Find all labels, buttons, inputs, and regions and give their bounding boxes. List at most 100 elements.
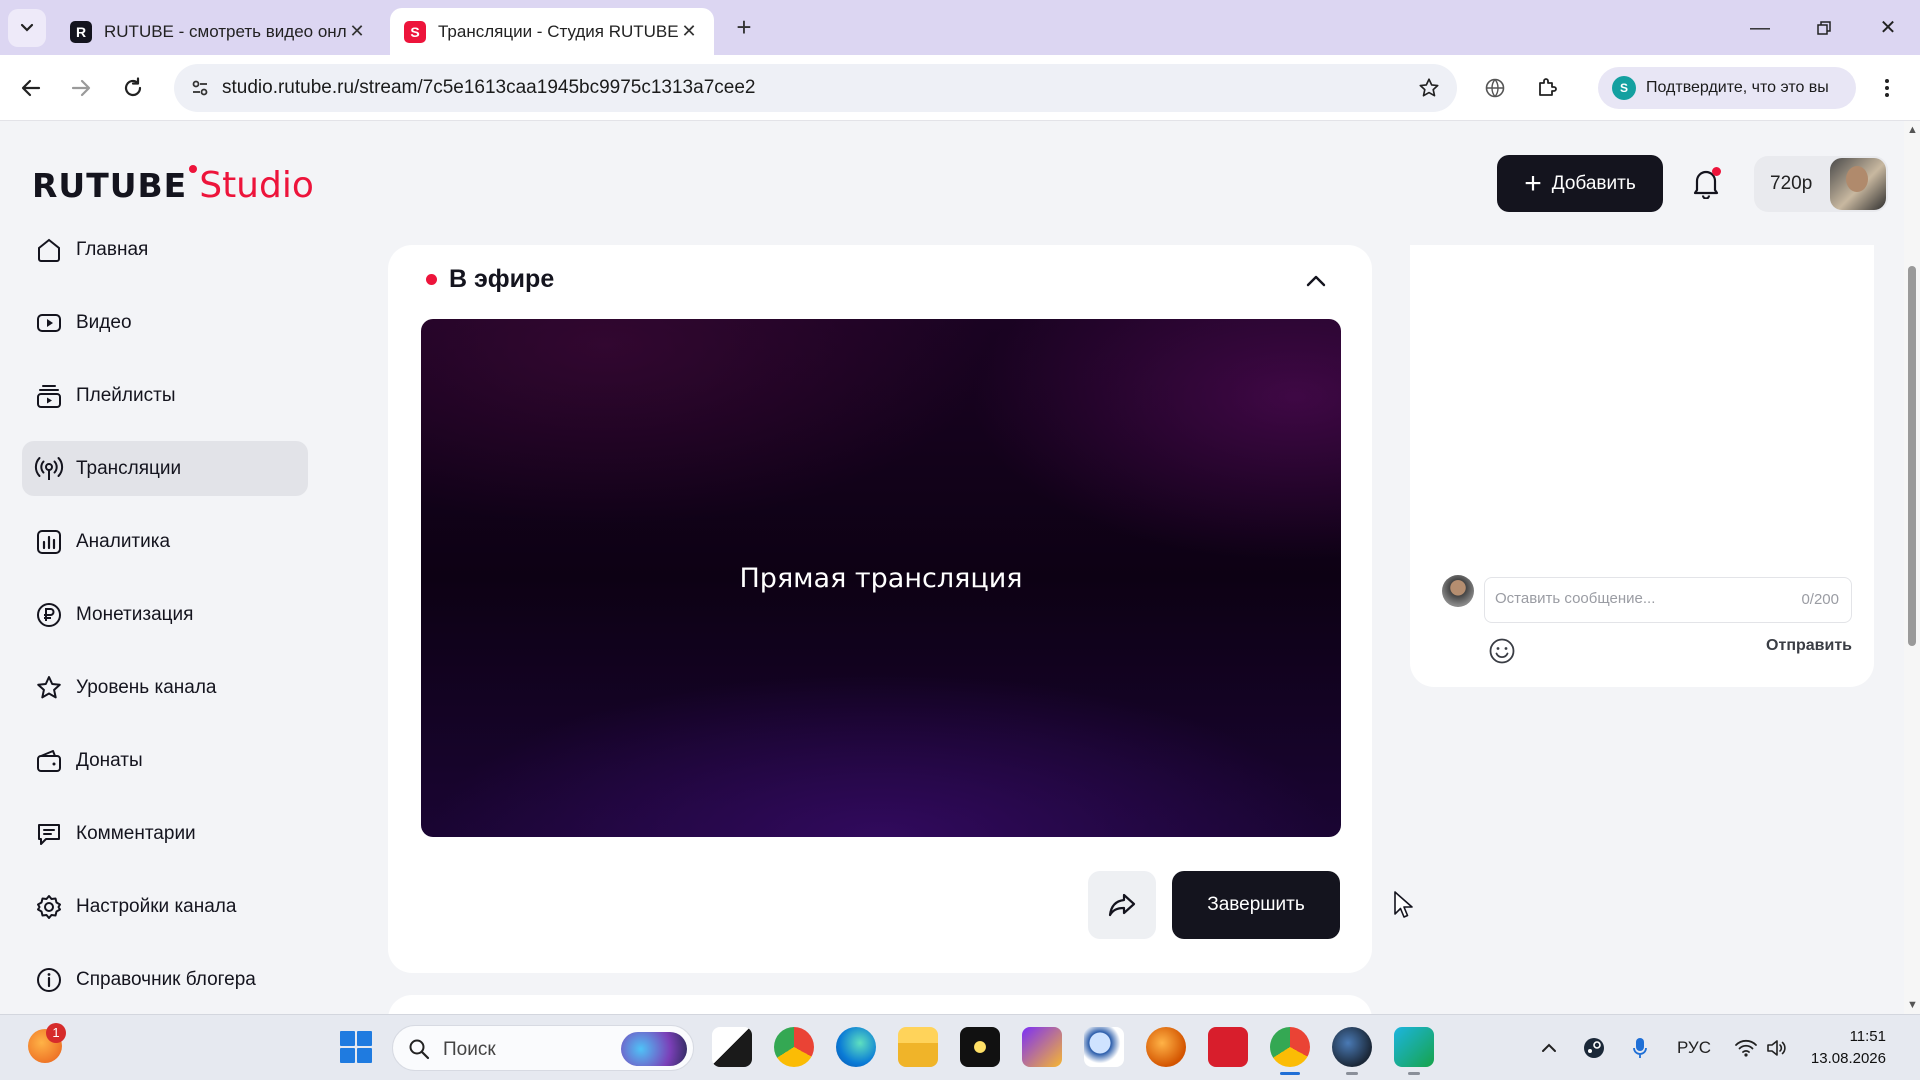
media-app-icon[interactable] — [1146, 1027, 1186, 1067]
chevron-down-icon — [20, 23, 34, 32]
playlists-icon — [34, 381, 64, 411]
studio-app: RUTUBE Studio + Добавить 720p Главная Ви… — [0, 121, 1904, 1014]
extensions-icon[interactable] — [1530, 71, 1564, 105]
sidebar-item-broadcasts[interactable]: Трансляции — [22, 441, 308, 496]
sidebar-item-comments[interactable]: Комментарии — [22, 806, 308, 861]
browser-tab[interactable]: R RUTUBE - смотреть видео онлайн ✕ — [56, 8, 382, 55]
notifications-button[interactable] — [1686, 163, 1726, 203]
magnifier-app-icon[interactable] — [1084, 1027, 1124, 1067]
sidebar-item-monetization[interactable]: Монетизация — [22, 587, 308, 642]
start-button[interactable] — [340, 1031, 372, 1063]
sidebar-item-video[interactable]: Видео — [22, 295, 308, 350]
close-tab-icon[interactable]: ✕ — [346, 21, 368, 42]
star-icon — [34, 673, 64, 703]
quality-label: 720p — [1770, 173, 1813, 194]
windows-taskbar: 1 Поиск РУС 11:51 13.08.2026 — [0, 1014, 1920, 1080]
scroll-up-arrow-icon[interactable]: ▲ — [1907, 125, 1918, 136]
sidebar-item-label: Справочник блогера — [76, 968, 256, 990]
edge-icon[interactable] — [836, 1027, 876, 1067]
verify-identity-button[interactable]: S Подтвердите, что это вы — [1598, 67, 1856, 109]
home-icon — [34, 235, 64, 265]
user-menu[interactable]: 720p — [1754, 156, 1888, 212]
stream-preview-player[interactable]: Прямая трансляция — [421, 319, 1341, 837]
minimize-button[interactable]: — — [1740, 10, 1780, 46]
pdf-reader-icon[interactable] — [1208, 1027, 1248, 1067]
sidebar-item-label: Монетизация — [76, 603, 194, 625]
arrow-right-icon — [71, 79, 91, 97]
logo-dot — [189, 165, 198, 173]
page-scrollbar[interactable]: ▲ ▼ — [1904, 121, 1920, 1014]
scroll-down-arrow-icon[interactable]: ▼ — [1907, 1000, 1918, 1011]
sidebar-item-label: Донаты — [76, 749, 143, 771]
bf-app-icon[interactable] — [1394, 1027, 1434, 1075]
microphone-icon[interactable] — [1626, 1035, 1654, 1061]
clock-time: 11:51 — [1849, 1028, 1886, 1045]
show-hidden-icons-icon[interactable] — [1538, 1035, 1560, 1061]
send-message-button[interactable]: Отправить — [1766, 637, 1852, 655]
forward-button[interactable] — [62, 69, 100, 107]
live-stream-card: В эфире Прямая трансляция Завершить — [388, 245, 1372, 973]
sidebar-item-blogger-guide[interactable]: Справочник блогера — [22, 952, 308, 1007]
file-explorer-icon[interactable] — [898, 1027, 938, 1067]
scrollbar-thumb[interactable] — [1908, 266, 1916, 646]
reload-button[interactable] — [114, 69, 152, 107]
language-indicator[interactable]: РУС — [1672, 1035, 1716, 1061]
taskbar-search[interactable]: Поиск — [392, 1025, 694, 1071]
live-status-label: В эфире — [449, 265, 555, 293]
site-settings-icon[interactable] — [186, 74, 214, 102]
collapse-button[interactable] — [1300, 265, 1332, 297]
reload-icon — [124, 77, 142, 97]
sidebar-nav: Главная Видео Плейлисты Трансляции Анали… — [22, 222, 308, 1014]
sidebar-item-channel-level[interactable]: Уровень канала — [22, 660, 308, 715]
sidebar-item-analytics[interactable]: Аналитика — [22, 514, 308, 569]
wifi-icon[interactable] — [1732, 1035, 1760, 1061]
browser-toolbar: studio.rutube.ru/stream/7c5e1613caa1945b… — [0, 55, 1920, 121]
wallet-icon — [34, 746, 64, 776]
share-button[interactable] — [1088, 871, 1156, 939]
bookmark-star-icon[interactable] — [1415, 74, 1443, 102]
browser-menu-icon[interactable] — [1870, 71, 1904, 105]
emoji-button[interactable] — [1486, 635, 1518, 667]
chat-message-field[interactable]: 0/200 — [1484, 577, 1852, 623]
burst-app-icon[interactable] — [960, 1027, 1000, 1067]
rutube-studio-logo[interactable]: RUTUBE Studio — [32, 165, 314, 206]
steam-tray-icon[interactable] — [1580, 1035, 1608, 1061]
sidebar-item-playlists[interactable]: Плейлисты — [22, 368, 308, 423]
analytics-icon — [34, 527, 64, 557]
notification-count-badge: 1 — [46, 1023, 66, 1043]
arrow-left-icon — [21, 79, 41, 97]
share-arrow-icon — [1108, 893, 1136, 917]
restore-icon — [1817, 21, 1831, 35]
chrome-icon[interactable] — [774, 1027, 814, 1067]
address-bar[interactable]: studio.rutube.ru/stream/7c5e1613caa1945b… — [174, 64, 1457, 112]
system-clock[interactable]: 11:51 13.08.2026 — [1786, 1026, 1886, 1070]
live-status-header: В эфире — [426, 265, 554, 294]
translate-icon[interactable] — [1478, 71, 1512, 105]
sidebar-item-donations[interactable]: Донаты — [22, 733, 308, 788]
task-view-icon[interactable] — [712, 1027, 752, 1067]
rutube-r-icon: R — [70, 20, 92, 43]
next-section-card — [388, 995, 1372, 1014]
browser-tab-active[interactable]: S Трансляции - Студия RUTUBE ✕ — [390, 8, 714, 55]
close-window-button[interactable]: ✕ — [1868, 10, 1908, 46]
steam-icon[interactable] — [1332, 1027, 1372, 1075]
notification-dot — [1712, 167, 1721, 176]
add-button[interactable]: + Добавить — [1497, 155, 1663, 212]
close-tab-icon[interactable]: ✕ — [678, 21, 700, 42]
info-icon — [34, 965, 64, 995]
sidebar-item-channel-settings[interactable]: Настройки канала — [22, 879, 308, 934]
url-text: studio.rutube.ru/stream/7c5e1613caa1945b… — [222, 77, 756, 98]
chat-message-input[interactable] — [1495, 590, 1785, 607]
back-button[interactable] — [12, 69, 50, 107]
tab-list-button[interactable] — [8, 9, 46, 47]
video-icon — [34, 308, 64, 338]
sidebar-item-label: Плейлисты — [76, 384, 176, 406]
finish-stream-button[interactable]: Завершить — [1172, 871, 1340, 939]
sidebar-item-home[interactable]: Главная — [22, 222, 308, 277]
mouse-cursor-icon — [1394, 891, 1413, 918]
chrome-active-icon[interactable] — [1270, 1027, 1310, 1075]
restore-button[interactable] — [1804, 10, 1844, 46]
game-launcher-icon[interactable] — [1022, 1027, 1062, 1067]
rutube-studio-icon: S — [404, 20, 426, 43]
new-tab-button[interactable]: + — [728, 12, 760, 44]
